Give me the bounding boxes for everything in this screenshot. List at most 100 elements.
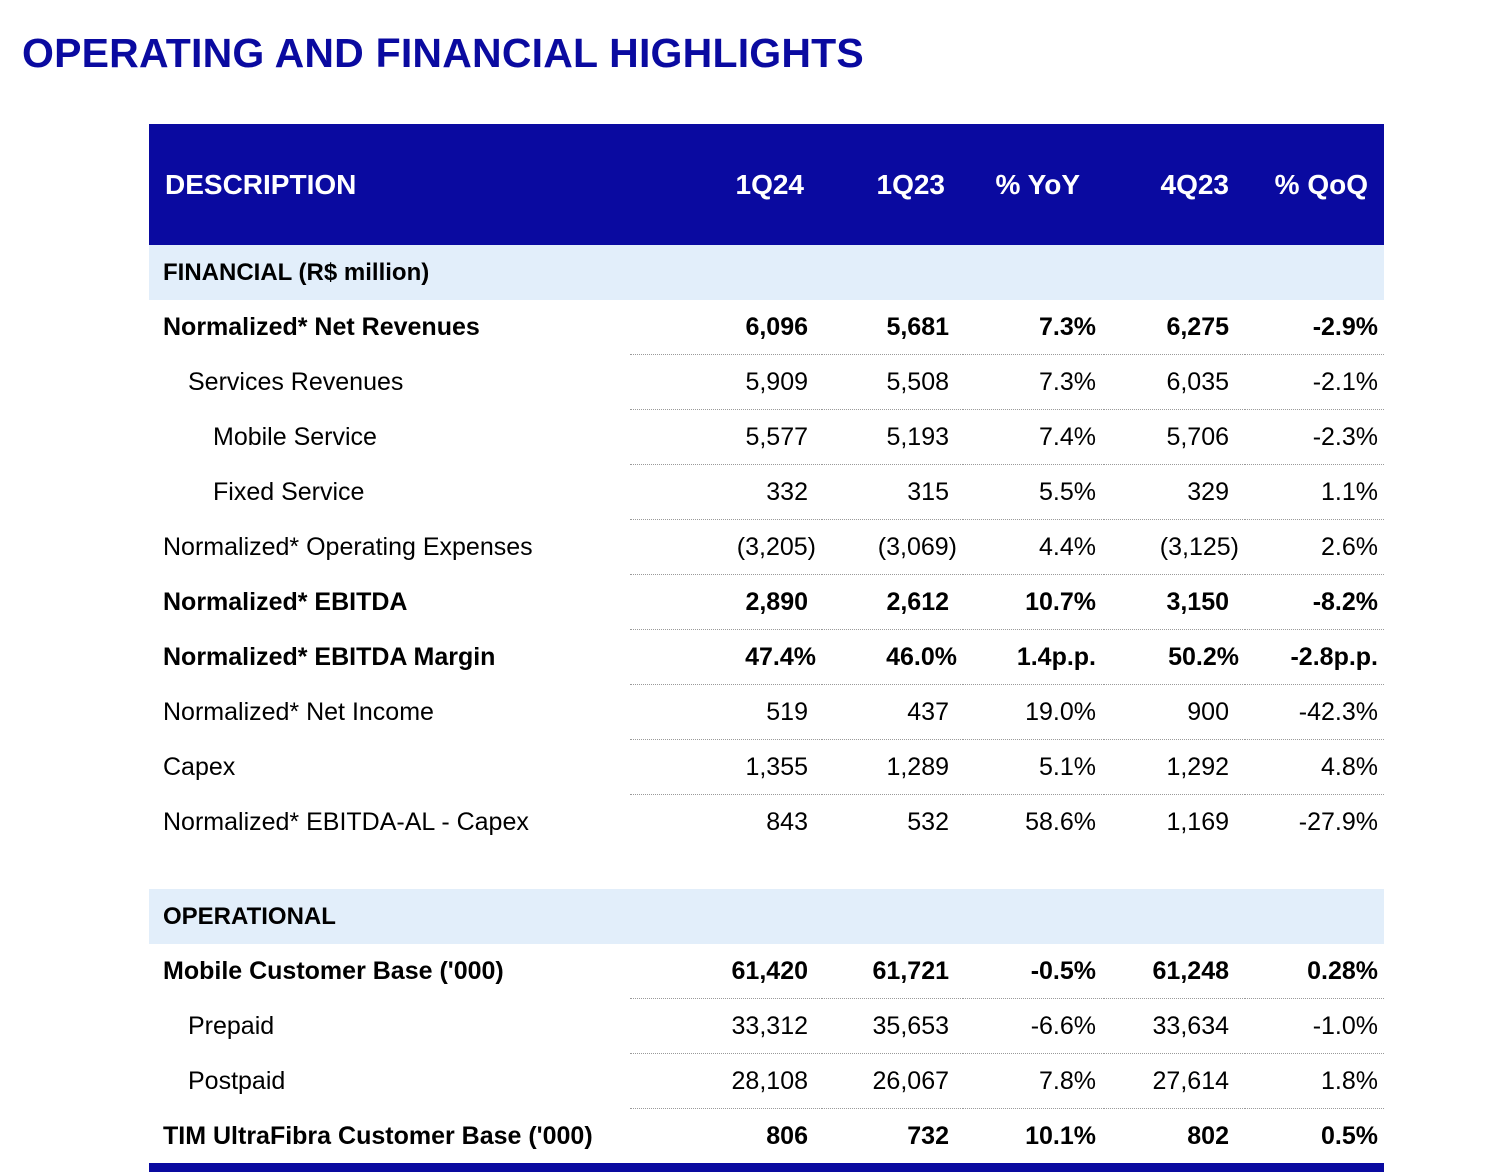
table-header-row: DESCRIPTION 1Q24 1Q23 % YoY 4Q23 % QoQ	[149, 124, 1384, 245]
cell-1q24: 6,096	[630, 300, 822, 355]
cell-1q23: (3,069)	[822, 520, 963, 575]
cell-4q23: 6,275	[1104, 300, 1245, 355]
header-1q24: 1Q24	[630, 124, 822, 245]
section-label: FINANCIAL (R$ million)	[149, 245, 1384, 300]
cell-4q23: (3,125)	[1104, 520, 1245, 575]
cell-4q23: 1,292	[1104, 740, 1245, 795]
cell-yoy: 7.4%	[963, 410, 1104, 465]
table-row: Mobile Customer Base ('000) 61,420 61,72…	[149, 944, 1384, 999]
cell-1q23: 2,612	[822, 575, 963, 630]
row-label: Normalized* Net Income	[163, 698, 434, 726]
cell-1q24: 2,890	[630, 575, 822, 630]
cell-yoy: 10.7%	[963, 575, 1104, 630]
cell-yoy: -0.5%	[963, 944, 1104, 999]
table-row: Mobile Service 5,577 5,193 7.4% 5,706 -2…	[149, 410, 1384, 465]
row-label: Mobile Service	[213, 423, 377, 451]
cell-yoy: 1.4p.p.	[963, 630, 1104, 685]
table-row: Normalized* Net Revenues 6,096 5,681 7.3…	[149, 300, 1384, 355]
cell-1q23: 532	[822, 795, 963, 849]
page-title: OPERATING AND FINANCIAL HIGHLIGHTS	[22, 30, 864, 76]
cell-1q23: 5,508	[822, 355, 963, 410]
cell-1q23: 5,681	[822, 300, 963, 355]
cell-yoy: 7.3%	[963, 300, 1104, 355]
cell-1q23: 35,653	[822, 999, 963, 1054]
cell-qoq: 1.1%	[1245, 465, 1384, 520]
table-row: Normalized* Net Income 519 437 19.0% 900…	[149, 685, 1384, 740]
section-spacer	[149, 849, 1384, 889]
cell-1q23: 26,067	[822, 1054, 963, 1109]
cell-qoq: 4.8%	[1245, 740, 1384, 795]
highlights-table: DESCRIPTION 1Q24 1Q23 % YoY 4Q23 % QoQ F…	[149, 124, 1384, 1163]
cell-qoq: -2.1%	[1245, 355, 1384, 410]
cell-1q24: 5,909	[630, 355, 822, 410]
section-label: OPERATIONAL	[149, 889, 1384, 944]
table-row: Fixed Service 332 315 5.5% 329 1.1%	[149, 465, 1384, 520]
cell-yoy: 5.5%	[963, 465, 1104, 520]
cell-1q23: 1,289	[822, 740, 963, 795]
cell-yoy: 4.4%	[963, 520, 1104, 575]
cell-yoy: 5.1%	[963, 740, 1104, 795]
cell-1q24: 806	[630, 1109, 822, 1163]
table-row: Normalized* EBITDA Margin 47.4% 46.0% 1.…	[149, 630, 1384, 685]
section-financial: FINANCIAL (R$ million)	[149, 245, 1384, 300]
cell-1q23: 732	[822, 1109, 963, 1163]
cell-4q23: 61,248	[1104, 944, 1245, 999]
cell-1q24: 5,577	[630, 410, 822, 465]
cell-4q23: 5,706	[1104, 410, 1245, 465]
table-bottom-rule	[149, 1163, 1384, 1172]
cell-qoq: -27.9%	[1298, 807, 1378, 836]
row-label: Prepaid	[188, 1012, 275, 1040]
cell-qoq: -42.3%	[1245, 685, 1384, 740]
table-row: TIM UltraFibra Customer Base ('000) 806 …	[149, 1109, 1384, 1163]
section-operational: OPERATIONAL	[149, 889, 1384, 944]
cell-4q23: 329	[1104, 465, 1245, 520]
cell-yoy: 7.8%	[963, 1054, 1104, 1109]
row-label: Capex	[163, 753, 236, 781]
cell-1q23: 315	[822, 465, 963, 520]
cell-qoq: -2.3%	[1245, 410, 1384, 465]
cell-qoq: 2.6%	[1245, 520, 1384, 575]
row-label: Normalized* EBITDA Margin	[163, 643, 496, 671]
cell-qoq: -8.2%	[1245, 575, 1384, 630]
cell-1q24: 1,355	[630, 740, 822, 795]
row-label: Postpaid	[188, 1067, 286, 1095]
cell-4q23: 802	[1104, 1109, 1245, 1163]
cell-yoy: 19.0%	[963, 685, 1104, 740]
cell-yoy: -6.6%	[963, 999, 1104, 1054]
cell-4q23: 33,634	[1104, 999, 1245, 1054]
cell-1q24: 61,420	[630, 944, 822, 999]
table-row: Prepaid 33,312 35,653 -6.6% 33,634 -1.0%	[149, 999, 1384, 1054]
cell-1q23: 46.0%	[822, 630, 963, 685]
cell-qoq: -2.8p.p.	[1245, 630, 1384, 685]
header-4q23: 4Q23	[1104, 124, 1245, 245]
cell-qoq: 0.5%	[1321, 1121, 1378, 1150]
row-label: Normalized* Net Revenues	[163, 313, 480, 341]
cell-qoq: 0.28%	[1245, 944, 1384, 999]
header-qoq: % QoQ	[1245, 124, 1384, 245]
row-label: Normalized* Operating Expenses	[163, 533, 533, 561]
cell-4q23: 1,169	[1104, 795, 1245, 849]
table-row: Capex 1,355 1,289 5.1% 1,292 4.8%	[149, 740, 1384, 795]
cell-1q23: 5,193	[822, 410, 963, 465]
cell-4q23: 3,150	[1104, 575, 1245, 630]
row-label: Services Revenues	[188, 368, 404, 396]
table-row: Postpaid 28,108 26,067 7.8% 27,614 1.8%	[149, 1054, 1384, 1109]
cell-1q24: 28,108	[630, 1054, 822, 1109]
table-row: Normalized* Operating Expenses (3,205) (…	[149, 520, 1384, 575]
row-label: Fixed Service	[213, 478, 365, 506]
cell-yoy: 7.3%	[963, 355, 1104, 410]
cell-yoy: 10.1%	[963, 1109, 1104, 1163]
cell-1q24: 843	[630, 795, 822, 849]
row-label: Mobile Customer Base ('000)	[163, 957, 504, 985]
highlights-table-container: DESCRIPTION 1Q24 1Q23 % YoY 4Q23 % QoQ F…	[149, 124, 1384, 1172]
cell-1q24: (3,205)	[630, 520, 822, 575]
cell-yoy: 58.6%	[963, 795, 1104, 849]
cell-4q23: 6,035	[1104, 355, 1245, 410]
header-yoy: % YoY	[963, 124, 1104, 245]
cell-qoq: -1.0%	[1245, 999, 1384, 1054]
row-label: Normalized* EBITDA-AL - Capex	[163, 807, 529, 836]
header-description: DESCRIPTION	[149, 124, 630, 245]
cell-4q23: 50.2%	[1104, 630, 1245, 685]
cell-qoq: 1.8%	[1245, 1054, 1384, 1109]
cell-qoq: -2.9%	[1245, 300, 1384, 355]
